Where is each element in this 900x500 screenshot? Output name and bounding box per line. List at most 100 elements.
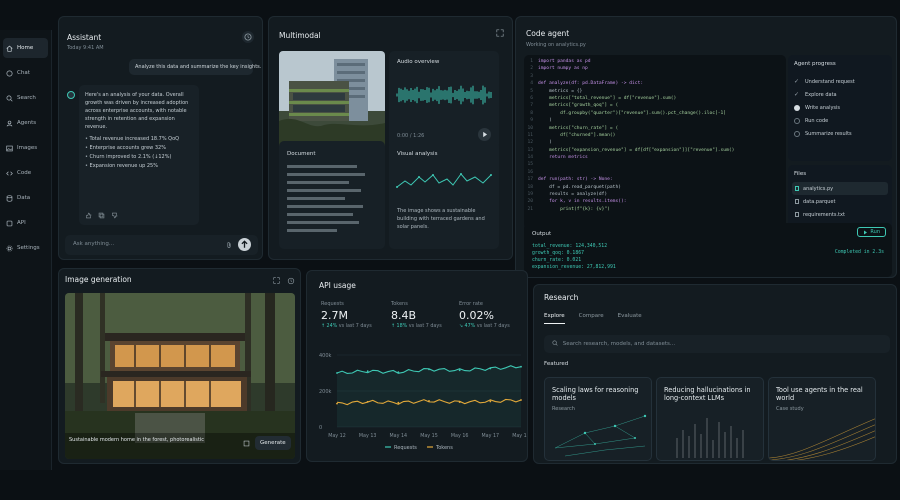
sidebar-item-images[interactable]: Images [3,138,48,158]
sidebar-item-search[interactable]: Search [3,88,48,108]
data-point [397,401,400,404]
expand-icon[interactable] [496,29,504,37]
code-text: ) [538,140,552,146]
arrow-up-icon [241,240,248,248]
flow-graphic [769,418,875,460]
thumbs-down-icon[interactable] [111,212,118,219]
stat-error-rate: Error rate 0.02% ↘ 47% vs last 7 days [459,301,510,329]
history-button[interactable] [242,31,254,43]
sidebar-item-home[interactable]: Home [3,38,48,58]
audio-label: Audio overview [397,59,440,65]
line-number: 1 [530,59,533,64]
thumbs-up-icon[interactable] [85,212,92,219]
download-icon[interactable] [243,440,250,447]
code-text: ) [538,118,552,124]
y-tick-label: 400k [319,353,332,359]
sidebar-item-api[interactable]: API [3,213,48,233]
stat-label: Error rate [459,301,483,307]
line-number: 18 [527,184,533,190]
file-item[interactable]: data.parquet [792,195,888,208]
code-line: 3 [524,73,786,80]
x-tick-label: May 14 [390,433,408,439]
line-number: 11 [527,132,533,138]
data-point [489,367,492,370]
play-icon [483,131,488,138]
code-editor[interactable]: 1 import pandas as pd 2 import numpy as np 3… [524,55,786,229]
code-line: 21 print(f"{k}: {v}") [524,206,786,213]
tab-evaluate[interactable]: Evaluate [618,313,642,324]
line-number: 2 [530,66,533,72]
working-status: Working on analytics.py [526,42,586,48]
line-number: 14 [527,155,533,161]
audio-overview-card[interactable]: Audio overview 0:00 / 1:26 [389,51,499,149]
line-number: 21 [527,206,533,212]
research-card[interactable]: Scaling laws for reasoning models Resear… [544,377,652,461]
legend-label: Tokens [435,445,453,451]
sidebar-item-chat[interactable]: Chat [3,63,48,83]
building-illustration [279,51,385,149]
network-graphic [554,414,647,457]
document-line [287,229,337,232]
code-line: 14 return metrics [524,154,786,161]
code-line: 8 df.groupby("quarter")["revenue"].sum()… [524,110,786,117]
completed-status: Completed in 2.3s [834,250,884,255]
sidebar-item-data[interactable]: Data [3,188,48,208]
sidebar-item-agents[interactable]: Agents [3,113,48,133]
panel-title: Code agent [526,29,570,38]
history-icon[interactable] [287,277,295,285]
document-line [287,165,357,168]
run-button[interactable]: Run [857,227,886,237]
stat-value: 2.7M [321,309,348,322]
file-item[interactable]: requirements.txt [792,208,888,221]
attach-icon[interactable] [225,241,233,249]
reply-text: Here's an analysis of your data. Overall… [85,92,189,130]
assistant-panel: Assistant Today 9:41 AM Analyze this dat… [58,16,263,260]
document-line [287,173,365,176]
active-step-icon [794,104,800,111]
tab-explore[interactable]: Explore [544,313,565,324]
code-agent-panel: Code agent Working on analytics.py 1 impo… [515,16,897,278]
stat-note: vs last 7 days [476,324,510,329]
data-point [428,400,430,402]
api-usage-chart: 400k 200k 0 May 12 May 13 May 14 May 15 May 16 M… [319,353,527,451]
code-text: print(f"{k}: {v}") [538,206,610,212]
code-line: 11 df["churned"].mean() [524,132,786,139]
sidebar-item-settings[interactable]: Settings [3,238,48,258]
reply-actions [85,212,118,219]
document-line [287,189,361,192]
document-preview [287,165,367,237]
file-icon [795,186,799,191]
pending-step-icon [794,117,800,124]
file-item[interactable]: analytics.py [792,182,888,195]
send-button[interactable] [238,238,251,251]
research-search-input[interactable]: Search research, models, and datasets... [544,335,890,353]
code-text: df = pd.read_parquet(path) [538,184,621,190]
code-line: 5 metrics = {} [524,88,786,95]
code-text: metrics["growth_qoq"] = ( [538,103,619,109]
generate-button[interactable]: Generate [255,436,291,450]
files-list: Files analytics.py data.parquet requiremen… [788,165,892,229]
progress-step: Run code [794,114,855,127]
output-console: Output Run total_revenue: 124,340,512 gro… [524,223,892,277]
assistant-avatar [67,91,75,99]
multimodal-panel: Multimodal Audio overview 0:00 / 1:26 Do… [268,16,513,260]
research-card[interactable]: Reducing hallucinations in long-context … [656,377,764,461]
sidebar-item-label: Images [17,145,38,151]
visual-analysis-card[interactable]: Visual analysis The image shows a sustai… [389,141,499,249]
agent-progress: Agent progress ✓ Understand request ✓ Explo… [788,55,892,161]
sidebar-item-label: Agents [17,120,37,126]
play-button[interactable] [478,128,491,141]
code-line: 4 def analyze(df: pd.DataFrame) -> dict: [524,80,786,87]
copy-icon[interactable] [98,212,105,219]
expand-icon[interactable] [273,277,280,284]
document-card[interactable]: Document [279,141,385,249]
pending-step-icon [794,130,800,137]
research-card[interactable]: Tool use agents in the real world Case s… [768,377,876,461]
visual-description: The image shows a sustainable building w… [397,208,485,230]
database-icon [6,194,13,202]
progress-title: Agent progress [794,61,836,67]
sidebar-item-code[interactable]: Code [3,163,48,183]
code-line: 1 import pandas as pd [524,58,786,65]
agents-icon [6,120,13,126]
tab-compare[interactable]: Compare [579,313,604,324]
